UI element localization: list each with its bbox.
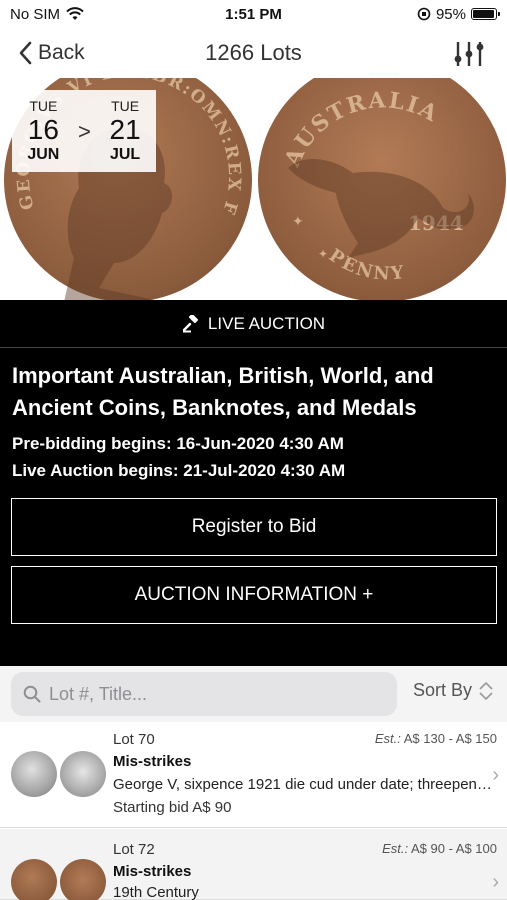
list-item[interactable]: Lot 72 Est.: A$ 90 - A$ 100 Mis-strikes … [0, 829, 507, 900]
back-label: Back [38, 41, 85, 64]
auction-information-button[interactable]: AUCTION INFORMATION + [11, 566, 497, 624]
search-bar: Lot #, Title... Sort By [0, 666, 507, 722]
lot-starting-bid: Starting bid A$ 90 [113, 799, 232, 816]
chevron-right-icon: › [492, 871, 499, 893]
gavel-icon [182, 314, 198, 332]
start-month: JUN [27, 146, 60, 163]
svg-text:✦: ✦ [292, 213, 304, 229]
register-to-bid-button[interactable]: Register to Bid [11, 498, 497, 556]
svg-text:AUSTRALIA: AUSTRALIA [279, 87, 443, 171]
lot-category: Mis-strikes [113, 863, 192, 880]
search-placeholder: Lot #, Title... [49, 683, 148, 704]
lot-estimate: Est.: A$ 90 - A$ 100 [382, 841, 497, 856]
lot-thumbnail-obverse [11, 859, 57, 900]
lot-thumbnail-obverse [11, 751, 57, 797]
chevron-right-icon: › [492, 764, 499, 786]
orientation-lock-icon [417, 7, 431, 21]
live-auction-start: Live Auction begins: 21-Jul-2020 4:30 AM [12, 461, 346, 480]
lot-thumbnail-reverse [60, 859, 106, 900]
end-weekday: TUE [111, 98, 140, 114]
lot-description: 19th Century [113, 884, 199, 900]
end-month: JUL [109, 146, 141, 163]
carrier-label: No SIM [10, 5, 61, 23]
search-input[interactable]: Lot #, Title... [11, 672, 397, 716]
lot-description: George V, sixpence 1921 die cud under da… [113, 776, 498, 793]
lot-hero-image: GEORGIVS VI D:G:BR:OMN:REX F:D:IND:IMP A… [0, 78, 507, 300]
start-weekday: TUE [29, 98, 58, 114]
live-auction-label: LIVE AUCTION [207, 313, 326, 333]
coin-reverse-image: AUSTRALIA PENNY 1944 ✦ ✦ [258, 78, 506, 300]
filter-sliders-icon[interactable] [453, 40, 485, 68]
lot-estimate: Est.: A$ 130 - A$ 150 [374, 731, 497, 746]
sort-label: Sort By [413, 680, 473, 700]
status-bar: No SIM 1:51 PM 95% [0, 0, 507, 28]
list-item[interactable]: Lot 70 Est.: A$ 130 - A$ 150 Mis-strikes… [0, 722, 507, 828]
lot-thumbnail-reverse [60, 751, 106, 797]
chevron-left-icon [19, 41, 32, 65]
wifi-icon [66, 7, 84, 20]
auction-info-panel: LIVE AUCTION Important Australian, Briti… [0, 300, 507, 666]
sort-by-button[interactable]: Sort By [413, 680, 494, 701]
date-separator: > [78, 119, 91, 144]
auction-date-range: TUE 16 JUN > TUE 21 JUL [12, 90, 156, 172]
search-icon [23, 685, 41, 703]
coin-reverse-legend: AUSTRALIA [279, 87, 441, 171]
start-date: TUE 16 JUN [27, 98, 59, 164]
end-day: 21 [109, 114, 141, 145]
prebidding-start: Pre-bidding begins: 16-Jun-2020 4:30 AM [12, 434, 344, 453]
auction-title: Important Australian, British, World, an… [12, 363, 434, 420]
battery-percent: 95% [435, 5, 466, 23]
lot-number: Lot 70 [113, 731, 155, 748]
start-day: 16 [27, 114, 59, 145]
sort-updown-icon [479, 681, 493, 700]
battery-icon [471, 8, 500, 20]
live-auction-banner: LIVE AUCTION [0, 300, 507, 348]
back-button[interactable]: Back [18, 41, 85, 65]
nav-bar: Back 1266 Lots [0, 28, 507, 78]
svg-text:✦: ✦ [318, 247, 328, 261]
lot-number: Lot 72 [113, 841, 155, 858]
lot-category: Mis-strikes [113, 753, 192, 770]
end-date: TUE 21 JUL [110, 98, 141, 164]
